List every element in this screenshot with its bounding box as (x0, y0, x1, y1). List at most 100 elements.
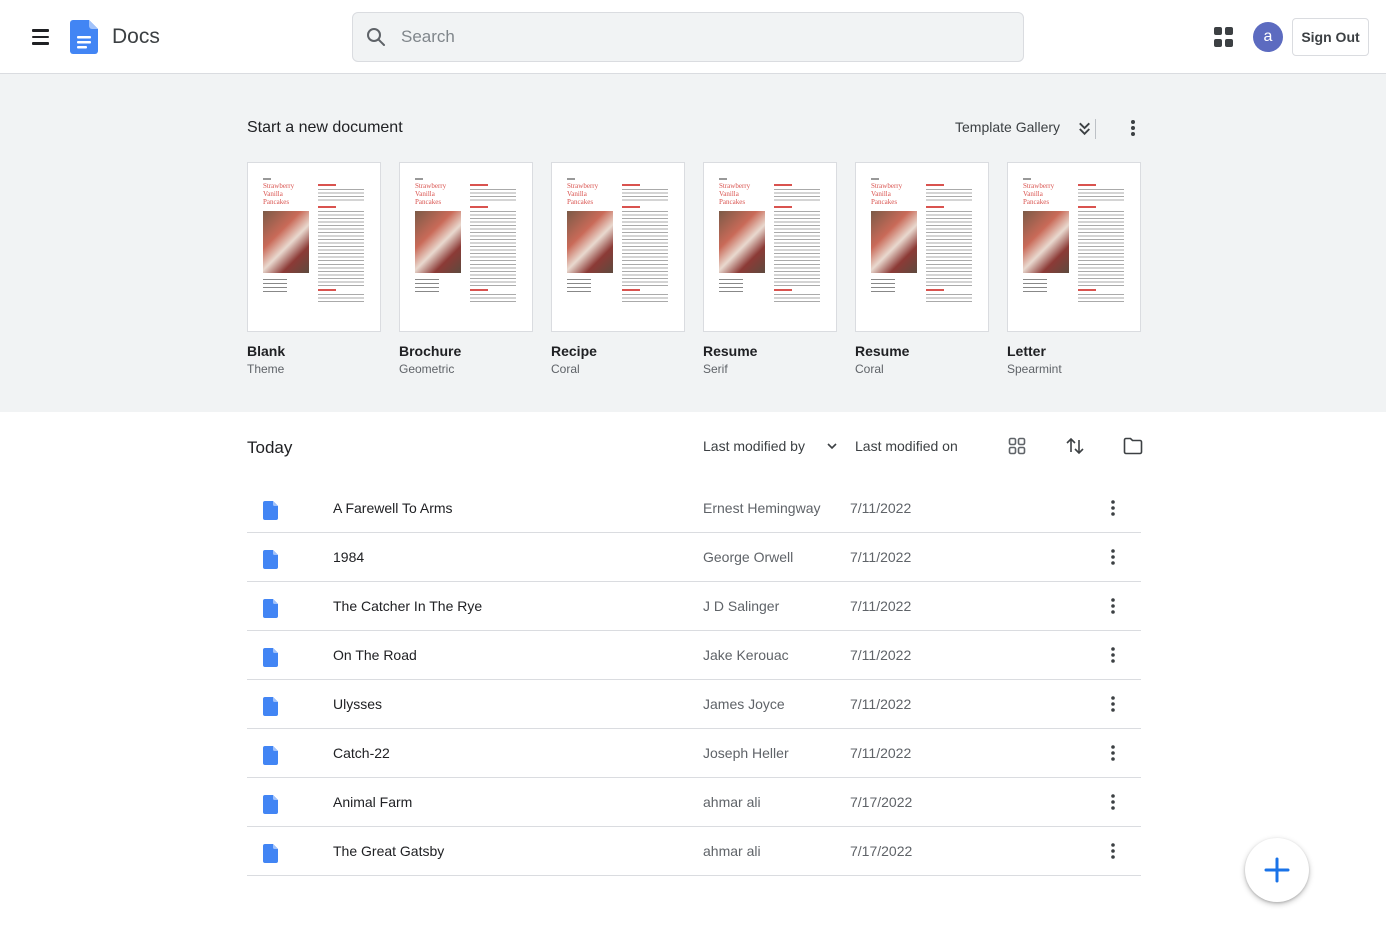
docs-logo-icon[interactable] (70, 20, 98, 54)
document-owner: James Joyce (703, 696, 785, 712)
template-card[interactable]: Strawberry Vanilla Pancakes Letter Spearmi… (1007, 162, 1141, 376)
document-date: 7/11/2022 (850, 647, 912, 663)
document-date: 7/11/2022 (850, 598, 912, 614)
document-owner: Joseph Heller (703, 745, 789, 761)
template-subtitle: Theme (247, 362, 285, 376)
thumb-title: Strawberry Vanilla Pancakes (1023, 182, 1055, 206)
document-title[interactable]: Catch-22 (333, 745, 390, 761)
document-date: 7/11/2022 (850, 696, 912, 712)
more-vert-icon[interactable] (1105, 548, 1121, 566)
document-owner: George Orwell (703, 549, 794, 565)
new-document-button[interactable] (1245, 838, 1309, 902)
search-icon (367, 28, 385, 46)
table-row[interactable]: The Catcher In The Rye J D Salinger 7/11/2… (247, 582, 1141, 631)
template-card[interactable]: Strawberry Vanilla Pancakes Blank Theme (247, 162, 381, 376)
document-date: 7/11/2022 (850, 500, 912, 516)
thumb-photo (719, 211, 765, 273)
more-vert-icon[interactable] (1124, 118, 1142, 138)
document-date: 7/17/2022 (850, 794, 913, 810)
double-chevron-icon[interactable] (1076, 119, 1096, 139)
thumb-title: Strawberry Vanilla Pancakes (415, 182, 447, 206)
table-row[interactable]: Catch-22 Joseph Heller 7/11/2022 (247, 729, 1141, 778)
thumb-text-column (470, 181, 518, 311)
template-name: Resume (703, 343, 758, 359)
template-card[interactable]: Strawberry Vanilla Pancakes Resume Coral (855, 162, 989, 376)
document-icon (263, 746, 278, 765)
document-icon (263, 697, 278, 716)
section-title: Today (247, 438, 293, 457)
document-title[interactable]: 1984 (333, 549, 364, 565)
template-subtitle: Coral (855, 362, 884, 376)
document-title[interactable]: Animal Farm (333, 794, 412, 810)
chevron-down-icon[interactable] (826, 440, 838, 452)
thumb-label (567, 178, 575, 180)
document-date: 7/17/2022 (850, 843, 913, 859)
document-title[interactable]: The Catcher In The Rye (333, 598, 482, 614)
thumb-text-column (774, 181, 822, 311)
thumb-meta (1023, 279, 1047, 293)
template-heading: Start a new document (247, 119, 403, 136)
table-row[interactable]: Ulysses James Joyce 7/11/2022 (247, 680, 1141, 729)
template-card[interactable]: Strawberry Vanilla Pancakes Brochure Geome… (399, 162, 533, 376)
sort-icon[interactable] (1065, 436, 1085, 456)
last-modified-by-dropdown[interactable]: Last modified by (703, 438, 805, 454)
hamburger-menu-icon[interactable] (26, 23, 54, 51)
document-date: 7/11/2022 (850, 745, 912, 761)
document-title[interactable]: On The Road (333, 647, 417, 663)
document-icon (263, 501, 278, 520)
table-row[interactable]: Animal Farm ahmar ali 7/17/2022 (247, 778, 1141, 827)
thumb-text-column (1078, 181, 1126, 311)
template-subtitle: Geometric (399, 362, 455, 376)
more-vert-icon[interactable] (1105, 646, 1121, 664)
search-bar[interactable] (352, 12, 1024, 62)
thumb-meta (263, 279, 287, 293)
thumb-photo (567, 211, 613, 273)
sign-out-button[interactable]: Sign Out (1292, 18, 1369, 56)
last-modified-on-label[interactable]: Last modified on (855, 438, 958, 454)
app-title[interactable]: Docs (112, 25, 160, 49)
avatar[interactable]: a (1253, 22, 1283, 52)
more-vert-icon[interactable] (1105, 744, 1121, 762)
thumb-photo (1023, 211, 1069, 273)
thumb-title: Strawberry Vanilla Pancakes (263, 182, 295, 206)
template-subtitle: Coral (551, 362, 580, 376)
apps-grid-icon[interactable] (1214, 27, 1234, 47)
template-thumbnail[interactable]: Strawberry Vanilla Pancakes (703, 162, 837, 332)
thumb-text-column (622, 181, 670, 311)
template-thumbnail[interactable]: Strawberry Vanilla Pancakes (855, 162, 989, 332)
table-row[interactable]: A Farewell To Arms Ernest Hemingway 7/11/2… (247, 484, 1141, 533)
table-row[interactable]: 1984 George Orwell 7/11/2022 (247, 533, 1141, 582)
template-thumbnail[interactable]: Strawberry Vanilla Pancakes (399, 162, 533, 332)
more-vert-icon[interactable] (1105, 842, 1121, 860)
document-title[interactable]: Ulysses (333, 696, 382, 712)
document-owner: ahmar ali (703, 843, 761, 859)
folder-icon[interactable] (1123, 437, 1143, 455)
thumb-photo (871, 211, 917, 273)
more-vert-icon[interactable] (1105, 695, 1121, 713)
template-name: Letter (1007, 343, 1046, 359)
document-title[interactable]: The Great Gatsby (333, 843, 444, 859)
template-gallery-button[interactable]: Template Gallery (955, 119, 1060, 135)
thumb-meta (415, 279, 439, 293)
template-thumbnail[interactable]: Strawberry Vanilla Pancakes (247, 162, 381, 332)
thumb-meta (719, 279, 743, 293)
thumb-label (415, 178, 423, 180)
document-date: 7/11/2022 (850, 549, 912, 565)
template-card[interactable]: Strawberry Vanilla Pancakes Recipe Coral (551, 162, 685, 376)
document-owner: Ernest Hemingway (703, 500, 821, 516)
template-thumbnail[interactable]: Strawberry Vanilla Pancakes (551, 162, 685, 332)
more-vert-icon[interactable] (1105, 793, 1121, 811)
more-vert-icon[interactable] (1105, 499, 1121, 517)
table-row[interactable]: The Great Gatsby ahmar ali 7/17/2022 (247, 827, 1141, 876)
table-row[interactable]: On The Road Jake Kerouac 7/11/2022 (247, 631, 1141, 680)
thumb-photo (263, 211, 309, 273)
grid-view-icon[interactable] (1008, 437, 1026, 455)
document-title[interactable]: A Farewell To Arms (333, 500, 453, 516)
template-card[interactable]: Strawberry Vanilla Pancakes Resume Serif (703, 162, 837, 376)
more-vert-icon[interactable] (1105, 597, 1121, 615)
top-bar: Docs a Sign Out (0, 0, 1386, 74)
search-input[interactable] (401, 13, 1001, 61)
template-thumbnail[interactable]: Strawberry Vanilla Pancakes (1007, 162, 1141, 332)
thumb-title: Strawberry Vanilla Pancakes (719, 182, 751, 206)
thumb-label (719, 178, 727, 180)
